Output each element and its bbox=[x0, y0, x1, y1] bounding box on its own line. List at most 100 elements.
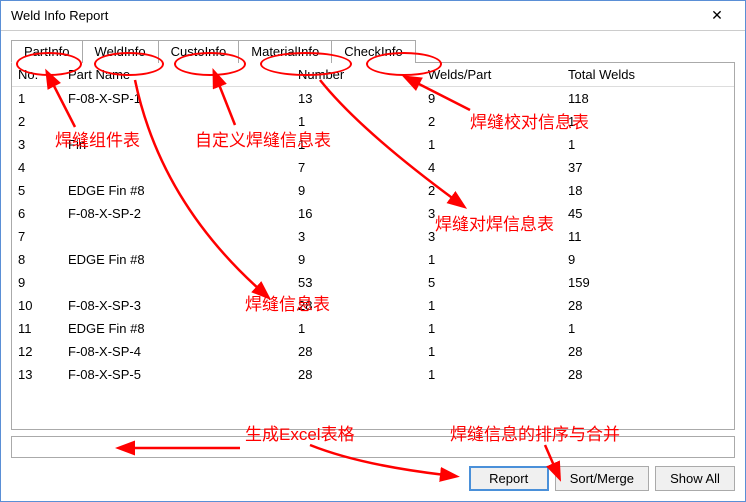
cell-part: F-08-X-SP-1 bbox=[62, 87, 292, 111]
window-title: Weld Info Report bbox=[11, 8, 108, 23]
tab-label: CheckInfo bbox=[344, 44, 403, 59]
cell-number: 1 bbox=[292, 133, 422, 156]
cell-total: 45 bbox=[562, 202, 734, 225]
tab-checkinfo[interactable]: CheckInfo bbox=[331, 40, 416, 63]
cell-part: F-08-X-SP-2 bbox=[62, 202, 292, 225]
cell-total: 18 bbox=[562, 179, 734, 202]
window: Weld Info Report ✕ PartInfo WeldInfo Cus… bbox=[0, 0, 746, 502]
table-scroll[interactable]: No. Part Name Number Welds/Part Total We… bbox=[12, 63, 734, 429]
cell-number: 1 bbox=[292, 110, 422, 133]
cell-welds: 1 bbox=[422, 340, 562, 363]
table-row[interactable]: 10F-08-X-SP-328128 bbox=[12, 294, 734, 317]
table-row[interactable]: 5EDGE Fin #89218 bbox=[12, 179, 734, 202]
tab-label: MaterialInfo bbox=[251, 44, 319, 59]
table-row[interactable]: 47437 bbox=[12, 156, 734, 179]
col-header-total-welds[interactable]: Total Welds bbox=[562, 63, 734, 87]
table-row[interactable]: 1F-08-X-SP-1139118 bbox=[12, 87, 734, 111]
cell-no: 11 bbox=[12, 317, 62, 340]
cell-total: 9 bbox=[562, 248, 734, 271]
cell-no: 10 bbox=[12, 294, 62, 317]
cell-welds: 1 bbox=[422, 317, 562, 340]
cell-part: EDGE Fin #8 bbox=[62, 248, 292, 271]
cell-total: 1 bbox=[562, 133, 734, 156]
cell-welds: 2 bbox=[422, 179, 562, 202]
tab-bar: PartInfo WeldInfo CustoInfo MaterialInfo… bbox=[11, 39, 735, 63]
cell-welds: 1 bbox=[422, 133, 562, 156]
cell-part: EDGE Fin #8 bbox=[62, 179, 292, 202]
cell-welds: 1 bbox=[422, 294, 562, 317]
cell-no: 8 bbox=[12, 248, 62, 271]
table-row[interactable]: 73311 bbox=[12, 225, 734, 248]
cell-no: 3 bbox=[12, 133, 62, 156]
cell-no: 2 bbox=[12, 110, 62, 133]
cell-no: 9 bbox=[12, 271, 62, 294]
cell-welds: 1 bbox=[422, 363, 562, 386]
col-header-welds-part[interactable]: Welds/Part bbox=[422, 63, 562, 87]
col-header-part-name[interactable]: Part Name bbox=[62, 63, 292, 87]
data-table: No. Part Name Number Welds/Part Total We… bbox=[12, 63, 734, 386]
cell-total: 159 bbox=[562, 271, 734, 294]
cell-no: 13 bbox=[12, 363, 62, 386]
cell-no: 12 bbox=[12, 340, 62, 363]
cell-total: 1 bbox=[562, 110, 734, 133]
table-row[interactable]: 2121 bbox=[12, 110, 734, 133]
tab-custoinfo[interactable]: CustoInfo bbox=[158, 40, 240, 63]
cell-number: 28 bbox=[292, 294, 422, 317]
cell-no: 1 bbox=[12, 87, 62, 111]
show-all-button[interactable]: Show All bbox=[655, 466, 735, 491]
table-container: No. Part Name Number Welds/Part Total We… bbox=[11, 63, 735, 430]
table-body: 1F-08-X-SP-113911821213Fin111474375EDGE … bbox=[12, 87, 734, 387]
tab-materialinfo[interactable]: MaterialInfo bbox=[238, 40, 332, 63]
report-button[interactable]: Report bbox=[469, 466, 549, 491]
cell-no: 6 bbox=[12, 202, 62, 225]
cell-number: 28 bbox=[292, 363, 422, 386]
table-row[interactable]: 6F-08-X-SP-216345 bbox=[12, 202, 734, 225]
status-bar bbox=[11, 436, 735, 458]
col-header-number[interactable]: Number bbox=[292, 63, 422, 87]
cell-welds: 1 bbox=[422, 248, 562, 271]
table-row[interactable]: 13F-08-X-SP-528128 bbox=[12, 363, 734, 386]
cell-part: F-08-X-SP-5 bbox=[62, 363, 292, 386]
cell-part: EDGE Fin #8 bbox=[62, 317, 292, 340]
col-header-no[interactable]: No. bbox=[12, 63, 62, 87]
cell-total: 1 bbox=[562, 317, 734, 340]
tab-partinfo[interactable]: PartInfo bbox=[11, 40, 83, 63]
table-row[interactable]: 11EDGE Fin #8111 bbox=[12, 317, 734, 340]
cell-number: 9 bbox=[292, 179, 422, 202]
cell-total: 28 bbox=[562, 340, 734, 363]
cell-number: 3 bbox=[292, 225, 422, 248]
tab-label: WeldInfo bbox=[95, 44, 146, 59]
cell-welds: 2 bbox=[422, 110, 562, 133]
cell-no: 4 bbox=[12, 156, 62, 179]
close-button[interactable]: ✕ bbox=[697, 2, 737, 30]
cell-part: Fin bbox=[62, 133, 292, 156]
cell-total: 28 bbox=[562, 294, 734, 317]
cell-welds: 9 bbox=[422, 87, 562, 111]
cell-total: 11 bbox=[562, 225, 734, 248]
close-icon: ✕ bbox=[711, 7, 723, 24]
header-row: No. Part Name Number Welds/Part Total We… bbox=[12, 63, 734, 87]
cell-part: F-08-X-SP-4 bbox=[62, 340, 292, 363]
sort-merge-button[interactable]: Sort/Merge bbox=[555, 466, 649, 491]
cell-total: 28 bbox=[562, 363, 734, 386]
table-row[interactable]: 8EDGE Fin #8919 bbox=[12, 248, 734, 271]
table-row[interactable]: 3Fin111 bbox=[12, 133, 734, 156]
cell-part bbox=[62, 271, 292, 294]
cell-number: 16 bbox=[292, 202, 422, 225]
cell-number: 7 bbox=[292, 156, 422, 179]
cell-welds: 5 bbox=[422, 271, 562, 294]
table-row[interactable]: 12F-08-X-SP-428128 bbox=[12, 340, 734, 363]
cell-welds: 3 bbox=[422, 225, 562, 248]
cell-total: 118 bbox=[562, 87, 734, 111]
cell-number: 13 bbox=[292, 87, 422, 111]
button-row: Report Sort/Merge Show All bbox=[11, 466, 735, 491]
table-row[interactable]: 9 535159 bbox=[12, 271, 734, 294]
tab-weldinfo[interactable]: WeldInfo bbox=[82, 40, 159, 63]
cell-welds: 3 bbox=[422, 202, 562, 225]
cell-part bbox=[62, 156, 292, 179]
cell-welds: 4 bbox=[422, 156, 562, 179]
titlebar: Weld Info Report ✕ bbox=[1, 1, 745, 31]
tab-label: PartInfo bbox=[24, 44, 70, 59]
cell-number: 28 bbox=[292, 340, 422, 363]
cell-number: 53 bbox=[292, 271, 422, 294]
